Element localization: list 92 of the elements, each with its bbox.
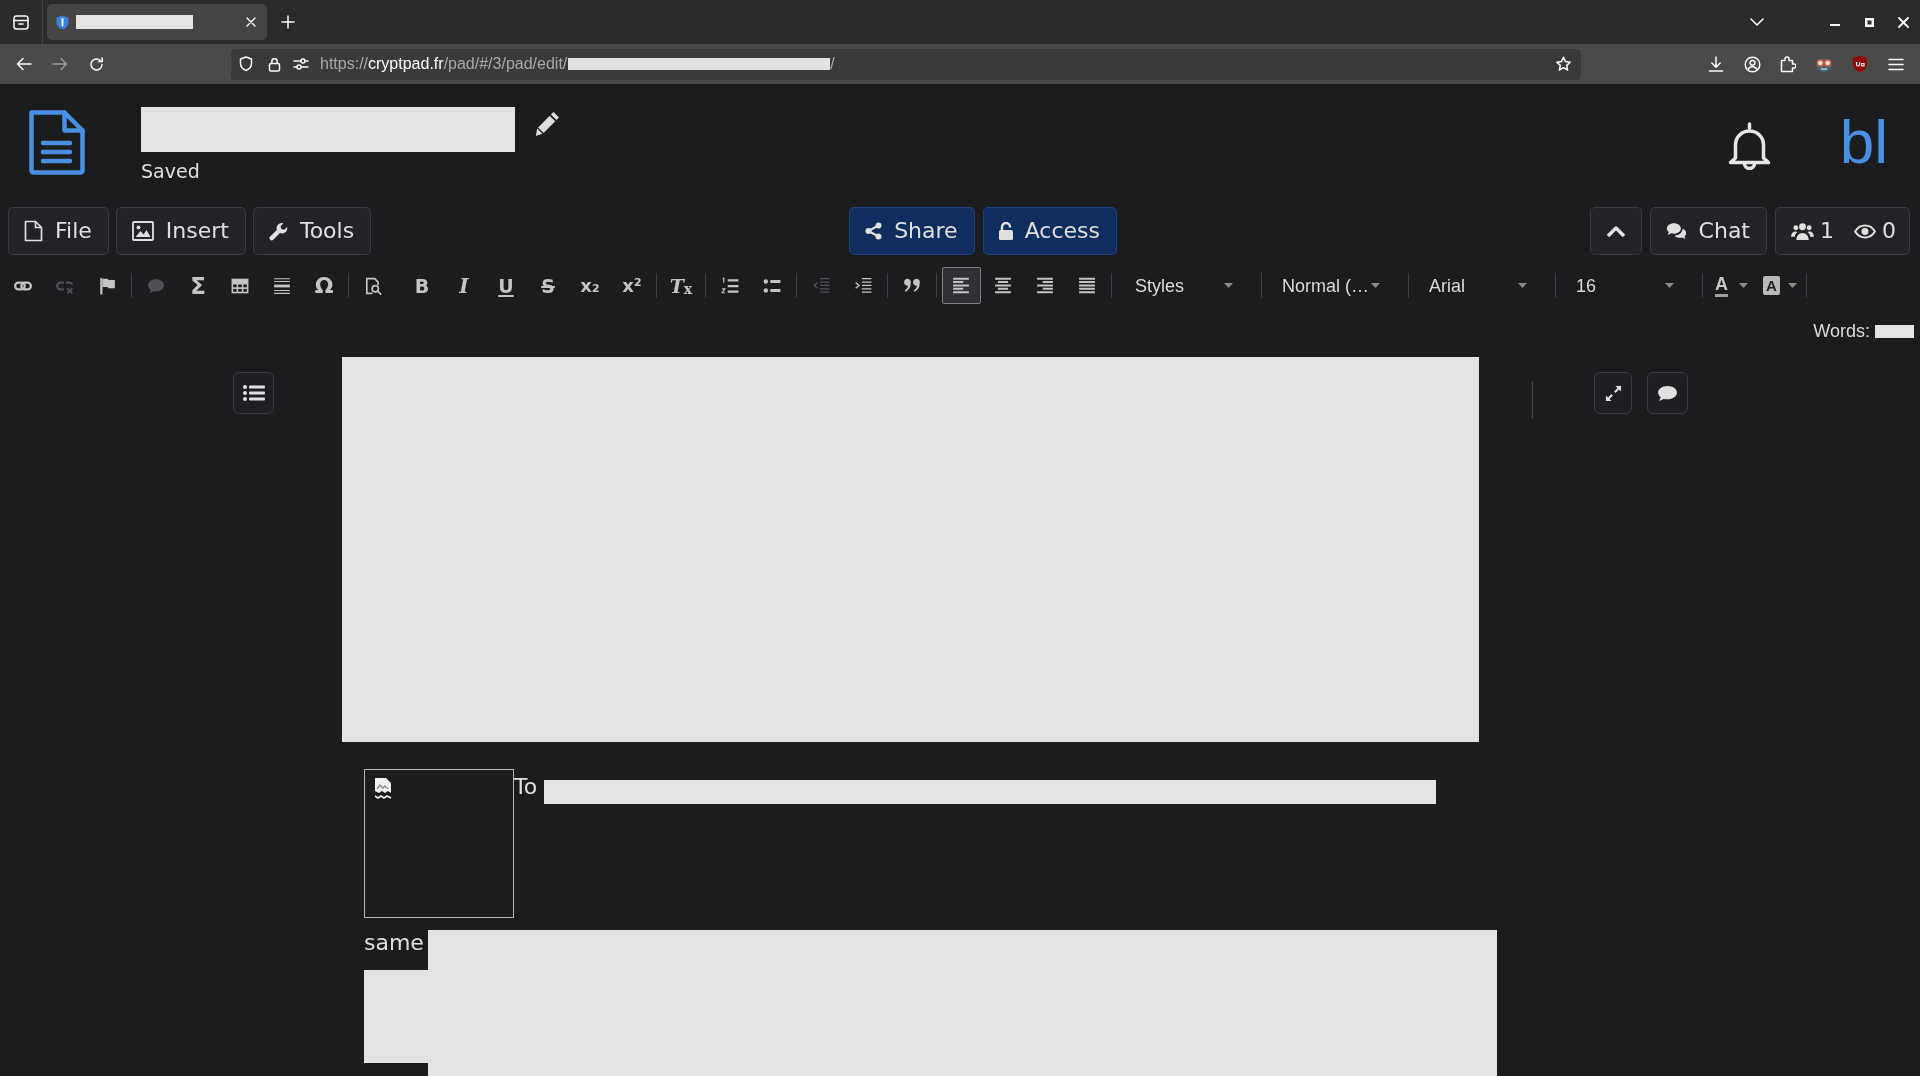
outdent-icon	[812, 276, 830, 295]
chat-button[interactable]: Chat	[1649, 207, 1767, 255]
document-text: same	[364, 930, 424, 956]
list-icon	[242, 384, 265, 402]
insert-menu-button[interactable]: Insert	[115, 207, 246, 255]
justify-icon	[1078, 276, 1096, 295]
dropdown[interactable]: Styles	[1115, 267, 1261, 304]
caret-icon	[1665, 283, 1674, 288]
maximize-icon[interactable]	[1864, 17, 1874, 27]
close-icon[interactable]	[1897, 16, 1909, 28]
picture-icon	[131, 221, 154, 241]
align-center-icon	[994, 276, 1012, 295]
table-grid-icon	[231, 276, 249, 295]
speech-bubble-icon	[147, 276, 165, 295]
align-left-button[interactable]	[941, 267, 981, 304]
flag-icon	[98, 276, 116, 295]
chat-bubbles-icon	[1665, 222, 1687, 240]
document-icon	[29, 110, 85, 175]
close-icon[interactable]	[246, 17, 256, 27]
users-button[interactable]: 1 0	[1775, 207, 1910, 255]
avatar-initials[interactable]: bl	[1839, 111, 1888, 173]
sliders-icon[interactable]	[293, 58, 309, 70]
page-icon	[24, 220, 43, 242]
forward-arrow-icon[interactable]	[52, 57, 68, 71]
lock-icon[interactable]	[268, 56, 281, 72]
star-icon[interactable]	[1555, 55, 1572, 73]
shield-badge-icon[interactable]	[1852, 55, 1868, 73]
caret-icon	[1787, 283, 1797, 288]
url-text: /	[830, 54, 835, 74]
access-button[interactable]: Access	[982, 207, 1117, 255]
reload-icon[interactable]	[88, 56, 104, 72]
align-right-icon	[1036, 276, 1054, 295]
unlocked-padlock-icon	[998, 222, 1013, 240]
share-button[interactable]: Share	[849, 207, 975, 255]
underline-button[interactable]: U	[486, 267, 526, 304]
download-icon[interactable]	[1708, 56, 1724, 72]
superscript-button[interactable]: x²	[612, 267, 652, 304]
wrench-icon	[268, 221, 288, 241]
browser-tab[interactable]	[47, 4, 267, 40]
remove-format-button[interactable]: T$_{x}$	[661, 267, 701, 304]
broken-image-icon	[374, 777, 392, 799]
expand-arrows-icon	[1604, 384, 1622, 402]
strikethrough-button[interactable]: S	[528, 267, 568, 304]
puzzle-piece-icon[interactable]	[1780, 55, 1796, 73]
speech-bubble-icon	[1657, 384, 1678, 402]
menu-icon[interactable]	[1888, 57, 1904, 71]
shield-icon	[56, 14, 69, 30]
dropdown[interactable]: Normal (…	[1262, 267, 1408, 304]
address-bar[interactable]: https://cryptpad.fr/pad/#/3/pad/edit/ /	[231, 48, 1581, 80]
numbered-list-icon	[721, 276, 739, 295]
tray-icon[interactable]	[13, 14, 29, 30]
expand-button[interactable]	[1594, 372, 1632, 414]
bulleted-list-icon	[763, 276, 781, 295]
magnified-page-icon	[364, 276, 382, 295]
share-icon	[865, 222, 883, 240]
caret-icon	[1739, 283, 1748, 288]
chevron-up-icon	[1605, 224, 1626, 238]
redaction-block	[1875, 325, 1914, 338]
caret-icon	[1224, 283, 1233, 288]
italic-button[interactable]: I	[444, 267, 484, 304]
horizontal-lines-icon	[273, 276, 291, 295]
bold-button[interactable]: B	[402, 267, 442, 304]
indent-icon	[854, 276, 872, 295]
dropdown[interactable]: 16	[1556, 267, 1702, 304]
special-character-button[interactable]: Ω	[304, 267, 344, 304]
eye-icon	[1854, 223, 1876, 239]
text-color-button[interactable]: A	[1703, 267, 1754, 304]
word-count-label: Words:	[1813, 323, 1870, 340]
comments-button[interactable]	[1647, 372, 1688, 414]
outline-button[interactable]	[233, 372, 274, 414]
bell-icon[interactable]	[1726, 122, 1772, 170]
chevron-down-icon[interactable]	[1750, 18, 1764, 26]
plus-icon[interactable]	[281, 15, 295, 29]
caret-icon	[1518, 283, 1527, 288]
file-menu-button[interactable]: File	[8, 207, 109, 255]
shield-icon[interactable]	[239, 56, 253, 72]
goggles-face-icon[interactable]	[1815, 55, 1833, 73]
back-arrow-icon[interactable]	[16, 57, 32, 71]
highlight-color-button[interactable]: A	[1754, 267, 1803, 304]
caret-icon	[1371, 283, 1380, 288]
document-text: To	[514, 774, 538, 800]
dropdown[interactable]: Arial	[1409, 267, 1555, 304]
url-text: https://cryptpad.fr/pad/#/3/pad/edit/	[320, 54, 568, 74]
formula-button[interactable]: Σ	[178, 267, 218, 304]
pencil-icon[interactable]	[535, 111, 560, 137]
align-left-icon	[952, 276, 970, 295]
save-status: Saved	[141, 160, 200, 182]
account-icon[interactable]	[1743, 55, 1761, 73]
collapse-button[interactable]	[1589, 207, 1642, 255]
tools-menu-button[interactable]: Tools	[252, 207, 372, 255]
subscript-button[interactable]: x₂	[570, 267, 610, 304]
users-icon	[1791, 221, 1814, 241]
